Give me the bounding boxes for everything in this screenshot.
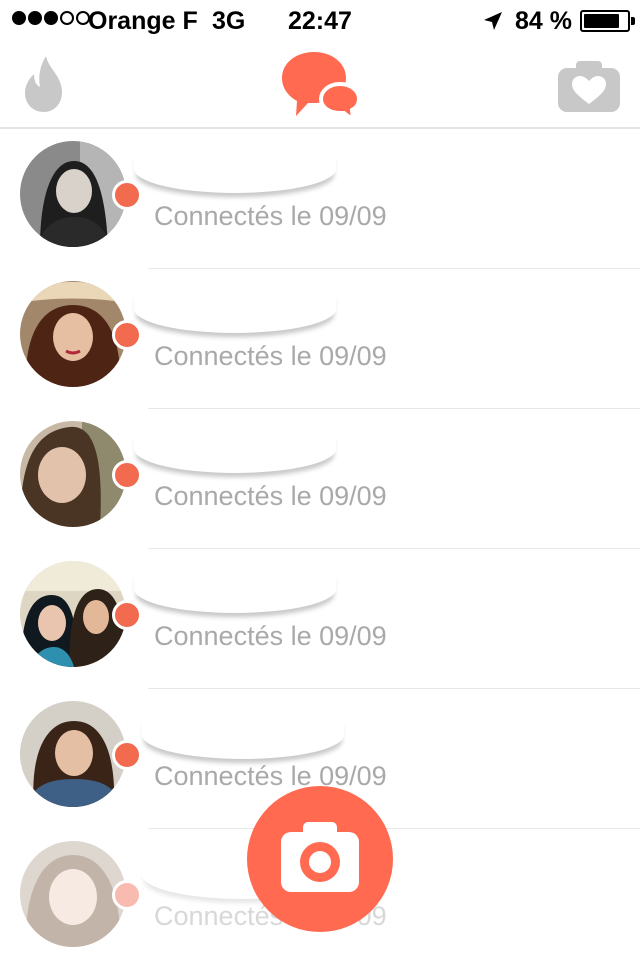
avatar <box>20 141 126 247</box>
carrier-name: Orange F <box>88 7 198 35</box>
last-connected-text: Connectés le 09/09 <box>154 201 387 231</box>
list-item[interactable]: Connectés le 09/09 <box>0 549 640 689</box>
avatar <box>20 281 126 387</box>
nav-header <box>0 40 640 129</box>
name-redaction <box>134 291 336 333</box>
last-connected-text: Connectés le 09/09 <box>154 341 387 371</box>
online-badge <box>112 740 142 770</box>
name-redaction <box>134 571 336 613</box>
online-badge <box>112 180 142 210</box>
avatar <box>20 701 126 807</box>
online-badge <box>112 320 142 350</box>
screen: Orange F 3G 22:47 84 % Connectés le 09/0… <box>0 0 640 960</box>
list-item[interactable]: Connectés le 09/09 <box>0 409 640 549</box>
flame-icon[interactable] <box>22 54 66 114</box>
status-bar: Orange F 3G 22:47 84 % <box>0 0 640 40</box>
chat-bubbles-icon[interactable] <box>280 50 362 122</box>
name-redaction <box>134 431 336 473</box>
location-arrow-icon <box>484 12 502 30</box>
name-redaction <box>142 717 344 759</box>
clock: 22:47 <box>288 7 352 35</box>
list-item[interactable]: Connectés le 09/09 <box>0 129 640 269</box>
online-badge <box>112 460 142 490</box>
battery-level <box>584 14 619 28</box>
avatar <box>20 841 126 947</box>
camera-icon <box>247 786 393 932</box>
battery-icon <box>580 10 635 32</box>
avatar <box>20 421 126 527</box>
online-badge <box>112 880 142 910</box>
name-redaction <box>134 151 336 193</box>
avatar <box>20 561 126 667</box>
list-item[interactable]: Connectés le 09/09 <box>0 269 640 409</box>
camera-button[interactable] <box>247 786 393 932</box>
last-connected-text: Connectés le 09/09 <box>154 621 387 651</box>
signal-strength-icon <box>12 11 90 25</box>
battery-percent: 84 % <box>515 7 572 35</box>
camera-heart-icon[interactable] <box>558 60 620 112</box>
last-connected-text: Connectés le 09/09 <box>154 481 387 511</box>
online-badge <box>112 600 142 630</box>
network-type: 3G <box>212 7 246 35</box>
